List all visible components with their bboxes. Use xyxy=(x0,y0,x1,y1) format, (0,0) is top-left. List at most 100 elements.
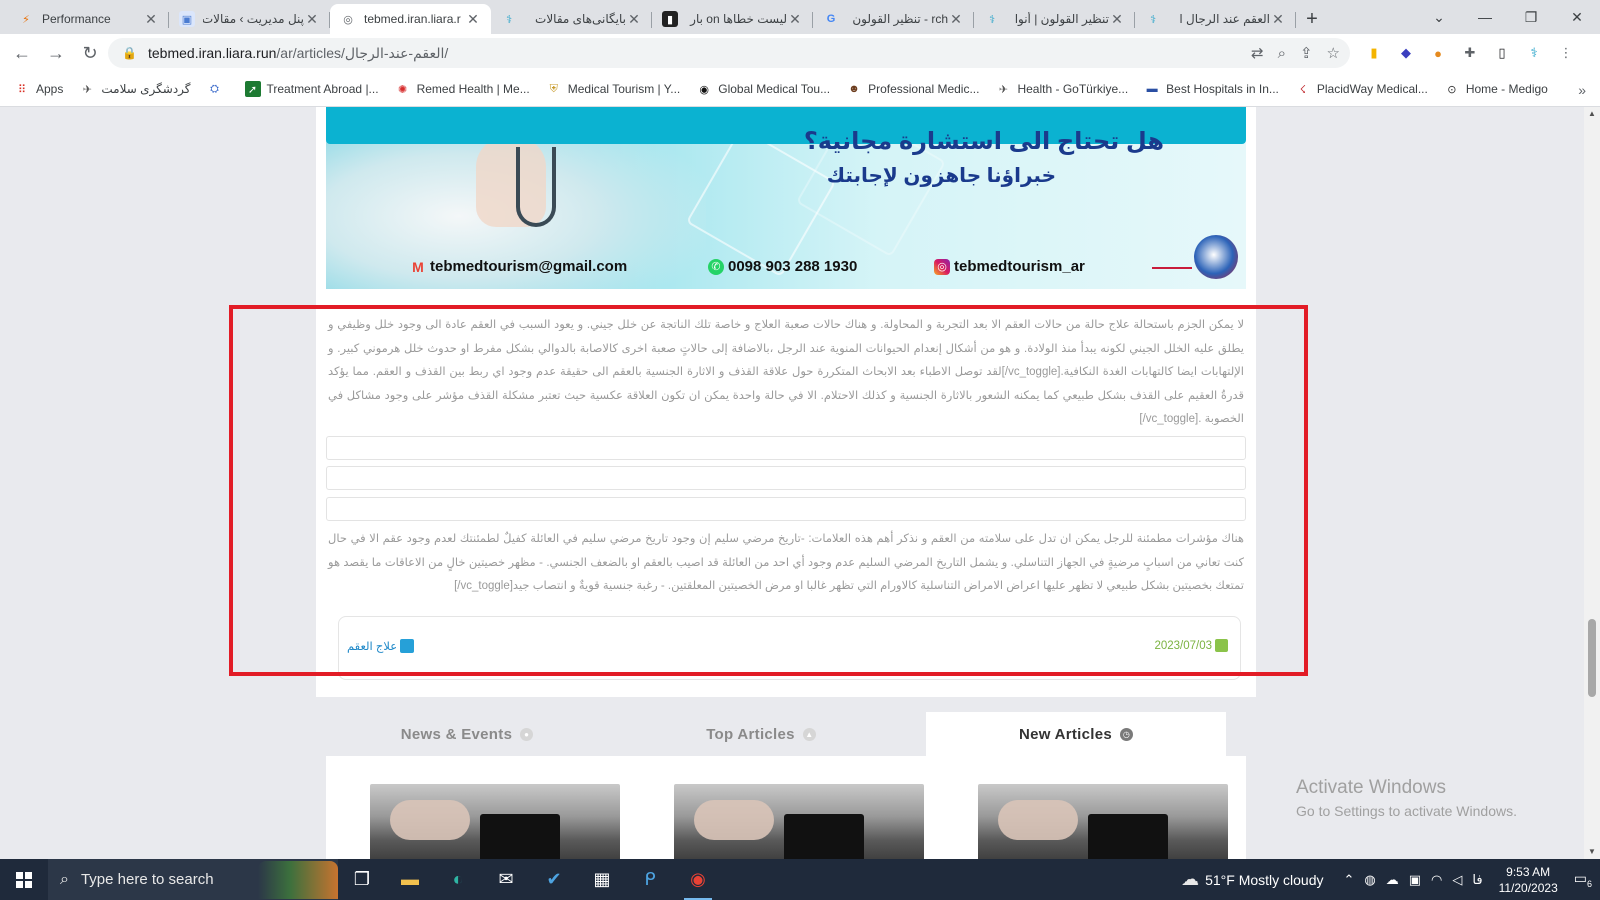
restore-icon[interactable]: ❐ xyxy=(1508,0,1554,34)
forward-icon[interactable]: → xyxy=(40,37,72,69)
close-icon[interactable]: ✕ xyxy=(143,11,159,28)
bookmark-label: Medical Tourism | Y... xyxy=(567,82,681,96)
chevron-up-icon[interactable]: ⌃ xyxy=(1344,872,1355,888)
chevron-right-icon[interactable]: » xyxy=(1578,72,1586,107)
tab-news-events[interactable]: News & Events ● xyxy=(326,712,608,756)
heartbeat-icon xyxy=(1152,253,1192,269)
store-icon[interactable]: ▦ xyxy=(578,859,626,900)
scroll-up-icon[interactable]: ▲ xyxy=(1584,107,1600,121)
browser-tab[interactable]: ▮ لیست خطاها on بار ✕ xyxy=(652,4,813,34)
browser-tab-active[interactable]: ◎ tebmed.iran.liara.r ✕ xyxy=(330,4,491,34)
scrollbar-thumb[interactable] xyxy=(1588,619,1596,697)
bookmark-item[interactable]: ✺ Remed Health | Me... xyxy=(395,81,530,97)
display-icon[interactable]: ▣ xyxy=(1409,872,1421,888)
new-tab-button[interactable]: + xyxy=(1296,4,1328,34)
vpn-app-icon[interactable]: ✔ xyxy=(530,859,578,900)
close-window-icon[interactable]: ✕ xyxy=(1554,0,1600,34)
banner-phone: ✆ 0098 903 288 1930 xyxy=(708,258,857,275)
article-thumbnail[interactable] xyxy=(370,784,620,859)
taskbar-search[interactable]: ⌕ Type here to search xyxy=(48,859,338,900)
tab-new-articles[interactable]: New Articles ◷ xyxy=(926,712,1226,756)
clock[interactable]: 9:53 AM 11/20/2023 xyxy=(1499,864,1558,896)
tab-title: rch - تنظیر القولون xyxy=(852,12,948,26)
article-thumbnail[interactable] xyxy=(674,784,924,859)
clock-icon: ◷ xyxy=(1120,727,1134,741)
share-icon[interactable]: ⇪ xyxy=(1300,44,1313,62)
sidebar-icon[interactable]: ▯ xyxy=(1492,43,1512,63)
close-icon[interactable]: ✕ xyxy=(1270,11,1286,28)
tab-strip: ⚡ Performance ✕ ▣ پنل مدیریت › مقالات ✕ … xyxy=(0,0,1600,34)
close-icon[interactable]: ✕ xyxy=(304,11,320,28)
app-p-icon[interactable]: ᑭ xyxy=(626,859,674,900)
bookmark-item[interactable]: ◉ Global Medical Tou... xyxy=(696,81,830,97)
edge-icon[interactable]: ◐ xyxy=(434,859,482,900)
task-view-icon[interactable]: ❐ xyxy=(338,859,386,900)
page-scrollbar[interactable]: ▲ ▼ xyxy=(1584,107,1600,859)
bookmark-item[interactable]: ⛨ Medical Tourism | Y... xyxy=(546,81,681,97)
mail-icon[interactable]: ✉ xyxy=(482,859,530,900)
browser-tab[interactable]: ⚕ بایگانی‌های مقالات ✕ xyxy=(491,4,652,34)
address-bar[interactable]: 🔒 tebmed.iran.liara.run/ar/articles/العق… xyxy=(108,38,1350,68)
bookmark-item[interactable]: ⊙ Home - Medigo xyxy=(1444,81,1548,97)
chrome-icon[interactable]: ◉ xyxy=(674,859,722,900)
person-icon: ☻ xyxy=(848,83,860,95)
analytics-extension-icon[interactable]: ▮ xyxy=(1364,43,1384,63)
close-icon[interactable]: ✕ xyxy=(1109,11,1125,28)
browser-tab[interactable]: ⚕ العقم عند الرجال ا ✕ xyxy=(1135,4,1296,34)
browser-tab[interactable]: G rch - تنظیر القولون ✕ xyxy=(813,4,974,34)
file-explorer-icon[interactable]: ▬ xyxy=(386,859,434,900)
bookmark-label: Home - Medigo xyxy=(1465,82,1548,96)
close-icon[interactable]: ✕ xyxy=(948,11,964,28)
start-button[interactable] xyxy=(0,859,48,900)
wifi-icon[interactable]: ◠ xyxy=(1431,872,1442,888)
bookmark-item[interactable]: ✈ گردشگری سلامت xyxy=(79,81,191,97)
plane-icon: ✈ xyxy=(998,83,1009,96)
scroll-down-icon[interactable]: ▼ xyxy=(1584,845,1600,859)
bookmark-label: Apps xyxy=(36,82,64,96)
cloud-sync-icon[interactable]: ☁ xyxy=(1386,872,1399,888)
bookmark-item[interactable]: ⠿ Apps xyxy=(14,81,63,97)
puzzle-icon[interactable]: ✚ xyxy=(1460,43,1480,63)
notifications-icon[interactable]: ▭6 xyxy=(1574,870,1592,889)
search-highlight-image xyxy=(258,861,338,899)
apps-grid-icon: ⠿ xyxy=(17,83,27,96)
minimize-icon[interactable]: — xyxy=(1462,0,1508,34)
banner-email: M tebmedtourism@gmail.com xyxy=(410,258,627,275)
watermark-subtitle: Go to Settings to activate Windows. xyxy=(1296,803,1517,819)
weather-widget[interactable]: ☁ 51°F Mostly cloudy xyxy=(1181,869,1323,890)
cat-extension-icon[interactable]: ● xyxy=(1428,43,1448,63)
bookmark-item[interactable]: ➚ Treatment Abroad |... xyxy=(244,81,379,97)
tebmed-extension-icon[interactable]: ⚕ xyxy=(1524,43,1544,63)
bookmarks-bar: ⠿ Apps ✈ گردشگری سلامت ⛭ ➚ Treatment Abroad… xyxy=(0,72,1600,107)
webcam-icon[interactable]: ◍ xyxy=(1364,872,1375,888)
tab-top-articles[interactable]: Top Articles ▲ xyxy=(616,712,906,756)
back-icon[interactable]: ← xyxy=(6,37,38,69)
article-thumbnail[interactable] xyxy=(978,784,1228,859)
ultrasound-image xyxy=(1088,814,1168,859)
banner-headline: هل تحتاج الى استشارة مجانية؟ xyxy=(803,128,1164,155)
tab-search-icon[interactable]: ⌄ xyxy=(1416,0,1462,34)
bookmark-star-icon[interactable]: ☆ xyxy=(1327,44,1340,62)
volume-icon[interactable]: ◁ xyxy=(1452,872,1462,888)
browser-tab[interactable]: ⚕ تنظیر القولون | أنوا ✕ xyxy=(974,4,1135,34)
bookmark-item[interactable]: ☇ PlacidWay Medical... xyxy=(1295,81,1428,97)
bookmark-item[interactable]: ✈ Health - GoTürkiye... xyxy=(995,81,1128,97)
reload-icon[interactable]: ↻ xyxy=(74,37,106,69)
language-indicator[interactable]: فا xyxy=(1472,872,1482,888)
translate-icon[interactable]: ⇄ xyxy=(1251,44,1264,62)
bookmark-item[interactable]: ⛭ xyxy=(207,81,229,97)
extension-badge-icon[interactable]: ◆ xyxy=(1396,43,1416,63)
remed-icon: ✺ xyxy=(397,83,408,96)
close-icon[interactable]: ✕ xyxy=(465,11,481,28)
browser-tab[interactable]: ▣ پنل مدیریت › مقالات ✕ xyxy=(169,4,330,34)
bookmark-item[interactable]: ▬ Best Hospitals in In... xyxy=(1144,81,1279,97)
bookmark-label: Best Hospitals in In... xyxy=(1166,82,1279,96)
close-icon[interactable]: ✕ xyxy=(626,11,642,28)
zoom-icon[interactable]: ⌕ xyxy=(1278,45,1286,62)
menu-icon[interactable]: ⋮ xyxy=(1556,43,1576,63)
consultation-banner[interactable]: هل تحتاج الى استشارة مجانية؟ خبراؤنا جاه… xyxy=(326,107,1246,289)
articles-tabs: News & Events ● Top Articles ▲ New Artic… xyxy=(326,712,1246,859)
close-icon[interactable]: ✕ xyxy=(787,11,803,28)
browser-tab[interactable]: ⚡ Performance ✕ xyxy=(8,4,169,34)
bookmark-item[interactable]: ☻ Professional Medic... xyxy=(846,81,979,97)
